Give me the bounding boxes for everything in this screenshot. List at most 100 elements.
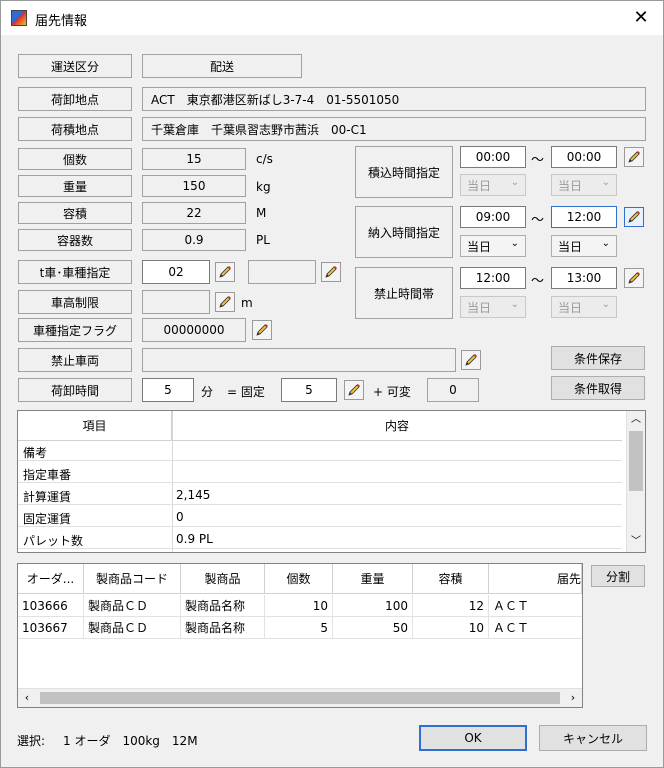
loading-time-from[interactable]: 00:00: [460, 146, 526, 168]
order-col-header[interactable]: 製商品コード: [84, 564, 181, 594]
order-cell[interactable]: 製商品ＣＤ: [84, 595, 181, 617]
volume-unit: M: [256, 206, 267, 220]
containers-unit: PL: [256, 233, 270, 247]
info-header-item[interactable]: 項目: [18, 411, 172, 441]
unload-time-total[interactable]: 5: [142, 378, 194, 402]
vehicle-type-input[interactable]: 02: [142, 260, 210, 284]
pencil-icon: [325, 266, 337, 278]
scroll-thumb[interactable]: [40, 692, 560, 704]
pencil-icon: [256, 324, 268, 336]
info-header-content[interactable]: 内容: [172, 411, 622, 441]
split-button[interactable]: 分割: [591, 565, 645, 587]
cancel-button[interactable]: キャンセル: [539, 725, 647, 751]
order-col-header[interactable]: 容積: [413, 564, 489, 594]
edit-vehicle-type2-button[interactable]: [321, 262, 341, 282]
order-col-header[interactable]: オーダ...: [18, 564, 84, 594]
edit-loading-time-button[interactable]: [624, 147, 644, 167]
height-limit-unit: m: [241, 296, 253, 310]
order-cell[interactable]: 100: [333, 595, 413, 617]
vehicle-type-value2: [248, 260, 316, 284]
order-grid[interactable]: オーダ... 製商品コード 製商品 個数 重量 容積 届先 103666 製商品…: [17, 563, 583, 708]
edit-banned-vehicle-button[interactable]: [461, 350, 481, 370]
unload-point-value: ACT 東京都港区新ばし3-7-4 01-5501050: [142, 87, 646, 111]
edit-vehicle-type-button[interactable]: [215, 262, 235, 282]
pencil-icon: [628, 272, 640, 284]
scroll-down-icon[interactable]: ﹀: [627, 533, 645, 551]
order-col-header[interactable]: 製商品: [181, 564, 265, 594]
pencil-icon: [465, 354, 477, 366]
edit-prohibited-time-button[interactable]: [624, 268, 644, 288]
loading-time-to[interactable]: 00:00: [551, 146, 617, 168]
transport-type-value: 配送: [142, 54, 302, 78]
app-icon: [11, 10, 27, 26]
loading-to-day-select[interactable]: 当日 ⌄: [551, 174, 617, 196]
selection-label: 選択:: [17, 734, 46, 748]
prohibited-time-to[interactable]: 13:00: [551, 267, 617, 289]
order-cell[interactable]: ＡＣＴ: [489, 617, 582, 639]
edit-unload-time-button[interactable]: [344, 380, 364, 400]
order-cell[interactable]: 103667: [18, 617, 84, 639]
loading-from-day-select[interactable]: 当日 ⌄: [460, 174, 526, 196]
info-row[interactable]: パレット数 0.9 PL: [18, 529, 622, 549]
unload-time-label: 荷卸時間: [18, 378, 132, 402]
delivery-to-day-select[interactable]: 当日 ⌄: [551, 235, 617, 257]
order-cell[interactable]: 5: [265, 617, 333, 639]
info-row[interactable]: 固定運賃 0: [18, 507, 622, 527]
delivery-time-to[interactable]: 12:00: [551, 206, 617, 228]
info-row[interactable]: 備考: [18, 441, 622, 461]
load-point-value: 千葉倉庫 千葉県習志野市茜浜 00-C1: [142, 117, 646, 141]
delivery-from-day-select[interactable]: 当日 ⌄: [460, 235, 526, 257]
ok-button[interactable]: OK: [419, 725, 527, 751]
info-item: 計算運賃: [23, 490, 72, 504]
info-row[interactable]: 指定車番: [18, 463, 622, 483]
order-cell[interactable]: 50: [333, 617, 413, 639]
save-conditions-button[interactable]: 条件保存: [551, 346, 645, 370]
scroll-right-icon[interactable]: ›: [564, 689, 582, 707]
order-cell[interactable]: 製商品名称: [181, 617, 265, 639]
unload-time-fixed[interactable]: 5: [281, 378, 337, 402]
window-title: 届先情報: [35, 14, 88, 29]
pencil-icon: [348, 384, 360, 396]
prohibited-from-day-select[interactable]: 当日 ⌄: [460, 296, 526, 318]
prohibited-to-day-select[interactable]: 当日 ⌄: [551, 296, 617, 318]
count-value: 15: [142, 148, 246, 170]
edit-vehicle-flag-button[interactable]: [252, 320, 272, 340]
order-horizontal-scrollbar[interactable]: ‹ ›: [18, 688, 582, 707]
order-cell[interactable]: 103666: [18, 595, 84, 617]
chevron-down-icon: ⌄: [601, 238, 610, 249]
order-col-header[interactable]: 届先: [489, 564, 582, 594]
close-icon[interactable]: ✕: [625, 4, 657, 32]
order-cell[interactable]: 製商品名称: [181, 595, 265, 617]
count-label: 個数: [18, 148, 132, 170]
unload-point-label: 荷卸地点: [18, 87, 132, 111]
pencil-icon: [628, 151, 640, 163]
info-grid[interactable]: 項目 内容 備考 指定車番 計算運賃 2,145 固定運賃 0 パレット数 0.9 P…: [17, 410, 646, 553]
unload-time-variable: 0: [427, 378, 479, 402]
pencil-icon: [219, 296, 231, 308]
delivery-time-from[interactable]: 09:00: [460, 206, 526, 228]
order-cell[interactable]: ＡＣＴ: [489, 595, 582, 617]
order-col-header[interactable]: 個数: [265, 564, 333, 594]
delivery-from-day-value: 当日: [467, 239, 492, 254]
info-vertical-scrollbar[interactable]: ︿ ﹀: [626, 411, 645, 552]
unload-time-unit: 分: [201, 385, 214, 399]
containers-value: 0.9: [142, 229, 246, 251]
scroll-thumb[interactable]: [629, 431, 643, 491]
loading-to-day-value: 当日: [558, 178, 583, 193]
info-content: 2,145: [176, 488, 211, 502]
volume-label: 容積: [18, 202, 132, 224]
prohibited-time-from[interactable]: 12:00: [460, 267, 526, 289]
get-conditions-button[interactable]: 条件取得: [551, 376, 645, 400]
order-cell[interactable]: 10: [413, 617, 489, 639]
order-cell[interactable]: 12: [413, 595, 489, 617]
order-cell[interactable]: 10: [265, 595, 333, 617]
height-limit-label: 車高制限: [18, 290, 132, 314]
order-col-header[interactable]: 重量: [333, 564, 413, 594]
scroll-left-icon[interactable]: ‹: [18, 689, 36, 707]
edit-delivery-time-button[interactable]: [624, 207, 644, 227]
info-row[interactable]: 計算運賃 2,145: [18, 485, 622, 505]
scroll-up-icon[interactable]: ︿: [627, 411, 645, 429]
edit-height-limit-button[interactable]: [215, 292, 235, 312]
order-cell[interactable]: 製商品ＣＤ: [84, 617, 181, 639]
banned-vehicle-label: 禁止車両: [18, 348, 132, 372]
